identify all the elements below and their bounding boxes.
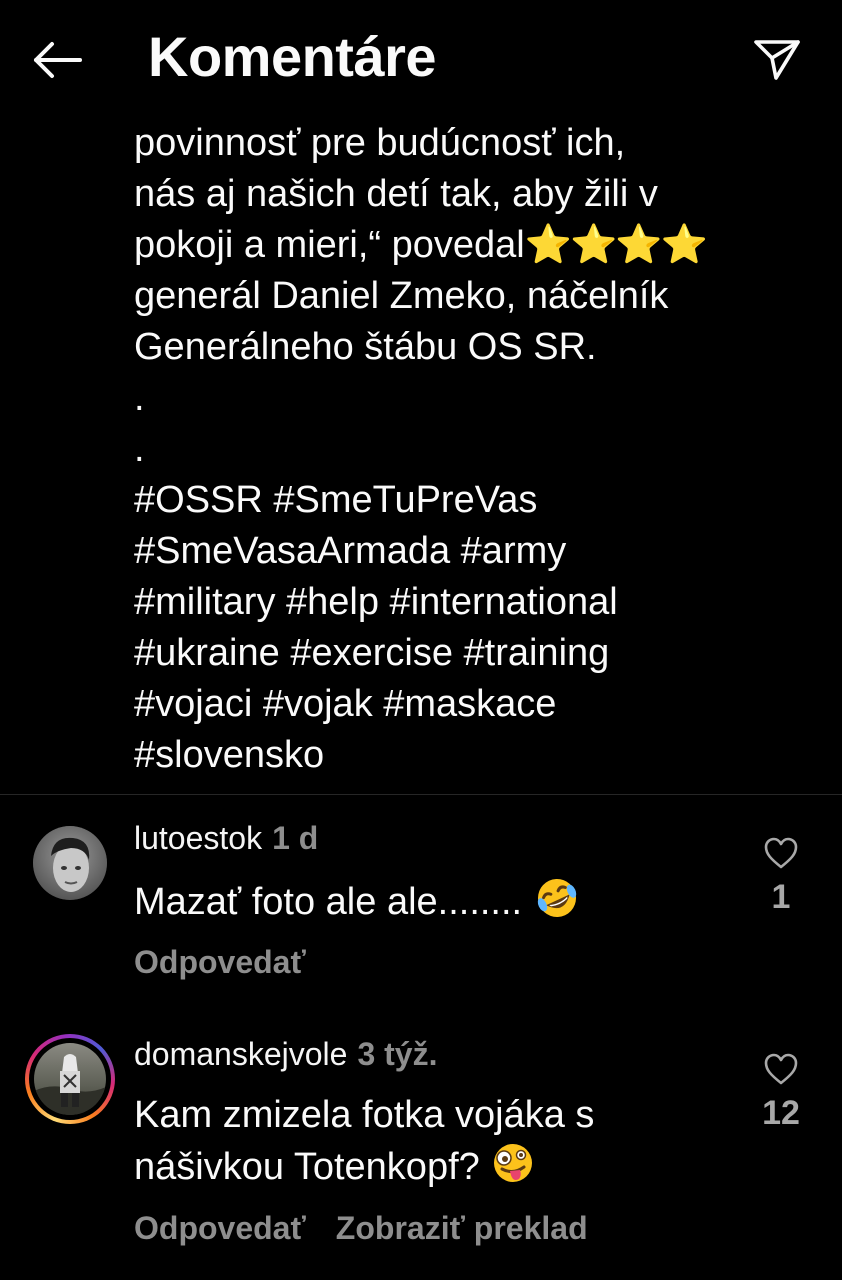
hashtag-line[interactable]: #OSSR #SmeTuPreVas [134,475,824,526]
hashtag-line[interactable]: #military #help #international [134,577,824,628]
like-button[interactable] [763,1052,799,1086]
caption-line: nás aj našich detí tak, aby žili v [134,173,658,215]
like-button[interactable] [763,836,799,870]
comment-text: Kam zmizela fotka vojáka s nášivkou Tote… [134,1090,594,1192]
star-emoji-row: ⭐⭐⭐⭐ [524,224,708,266]
page-title: Komentáre [148,25,437,88]
caption-line: povinnosť pre budúcnosť ich, [134,122,626,164]
caption-dot: . [134,428,145,470]
caption-line: generál Daniel Zmeko, náčelník [134,275,669,317]
divider [0,794,842,795]
comment-time: 3 týž. [357,1036,438,1072]
comment-item: domanskejvole 3 týž. Kam zmizela fotka vo… [0,1030,842,1280]
comment-time: 1 d [272,820,319,856]
hashtag-line[interactable]: #vojaci #vojak #maskace [134,679,824,730]
zany-face-emoji-icon [490,1141,536,1199]
hashtag-line[interactable]: #ukraine #exercise #training [134,628,824,679]
like-count: 12 [762,1094,800,1132]
rolling-laughing-emoji-icon [533,876,581,934]
paper-plane-icon [754,40,800,80]
see-translation-button[interactable]: Zobraziť preklad [336,1210,588,1246]
comment-line: Mazať foto ale ale........ [134,876,581,927]
comment-header: lutoestok 1 d [134,818,318,858]
post-caption: povinnosť pre budúcnosť ich, nás aj naši… [134,118,824,781]
comment-line-text: nášivkou Totenkopf? [134,1146,480,1188]
like-count: 1 [771,878,791,916]
comment-actions: Odpovedať [134,942,306,982]
avatar[interactable] [25,1034,115,1124]
hashtag-line[interactable]: #SmeVasaArmada #army [134,526,824,577]
comment-item: lutoestok 1 d Mazať foto ale ale........ [0,812,842,1012]
share-button[interactable] [750,34,804,82]
back-button[interactable] [30,36,86,84]
reply-button[interactable]: Odpovedať [134,944,306,980]
hashtag-line[interactable]: #slovensko [134,730,824,781]
arrow-left-icon [34,42,82,78]
caption-line: Generálneho štábu OS SR. [134,326,597,368]
comment-username[interactable]: domanskejvole [134,1036,347,1072]
comment-line-text: Mazať foto ale ale........ [134,881,523,923]
comment-username[interactable]: lutoestok [134,820,262,856]
comment-text: Mazať foto ale ale........ [134,876,581,927]
heart-icon [764,1053,798,1085]
comment-actions: Odpovedať Zobraziť preklad [134,1208,588,1248]
header-bar: Komentáre [0,0,842,112]
comment-line: Kam zmizela fotka vojáka s [134,1094,595,1136]
heart-icon [764,837,798,869]
avatar[interactable] [33,826,107,900]
caption-dot: . [134,377,145,419]
comment-line: nášivkou Totenkopf? [134,1141,594,1192]
avatar-image [33,826,107,900]
avatar-image [34,1043,106,1115]
caption-line: pokoji a mieri,“ povedal⭐⭐⭐⭐ [134,220,824,271]
reply-button[interactable]: Odpovedať [134,1210,306,1246]
comment-header: domanskejvole 3 týž. [134,1034,437,1074]
caption-text: pokoji a mieri,“ povedal [134,224,525,266]
